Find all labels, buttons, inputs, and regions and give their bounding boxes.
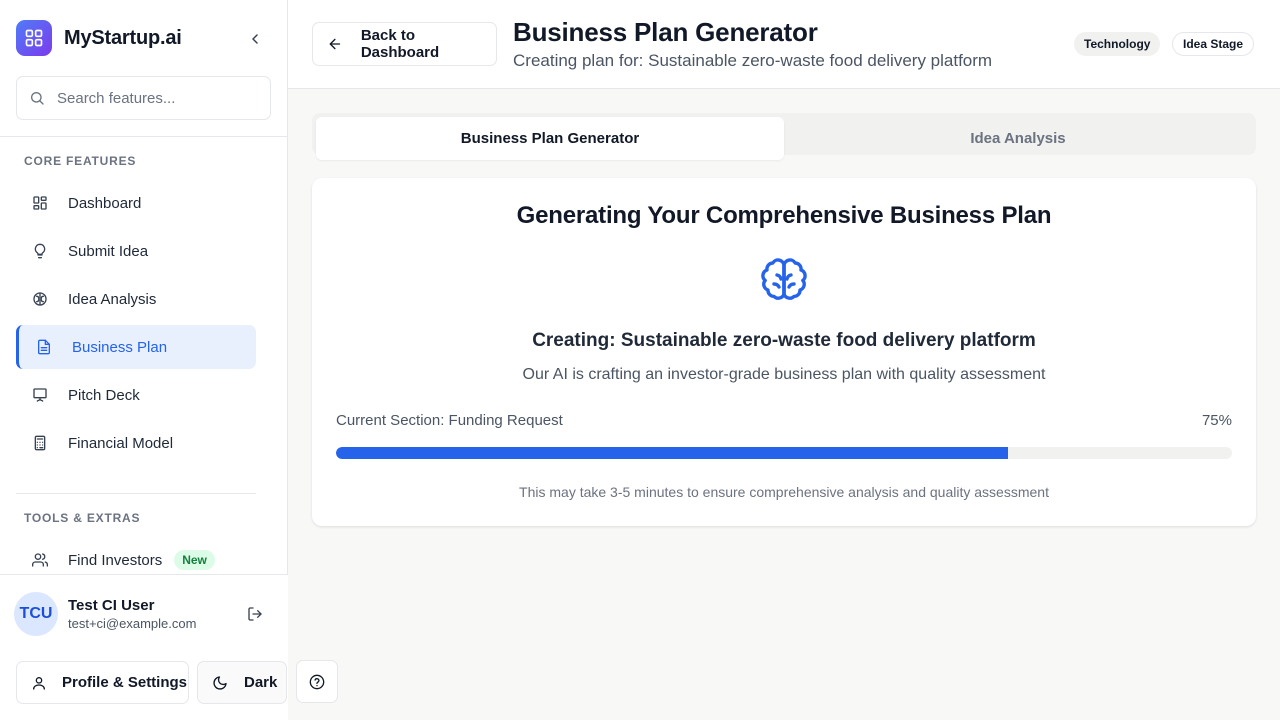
- current-section-label: Current Section: Funding Request: [336, 412, 563, 429]
- sidebar-item-label: Pitch Deck: [68, 386, 140, 404]
- tab-business-plan-generator[interactable]: Business Plan Generator: [316, 117, 784, 160]
- avatar[interactable]: TCU: [14, 592, 58, 636]
- chevron-left-icon: [252, 34, 258, 44]
- user-icon: [31, 675, 47, 691]
- logout-icon: [248, 607, 262, 621]
- sidebar-item-label: Financial Model: [68, 434, 174, 452]
- search-field[interactable]: [16, 76, 271, 120]
- progress-percent: 75%: [1201, 412, 1232, 429]
- calculator-icon: [32, 435, 48, 451]
- tag-idea-stage: Idea Stage: [1172, 32, 1255, 56]
- progress-header: Current Section: Funding Request 75%: [336, 412, 1232, 429]
- user-panel: TCU Test CI User test+ci@example.com Pro…: [0, 574, 288, 720]
- progress-bar-fill: [336, 447, 1008, 459]
- sidebar-item-dashboard[interactable]: Dashboard: [16, 181, 256, 225]
- section-label-core: CORE FEATURES: [24, 154, 137, 168]
- user-name: Test CI User: [68, 597, 155, 614]
- card-title: Generating Your Comprehensive Business P…: [516, 202, 1052, 229]
- presentation-icon: [32, 387, 48, 403]
- tab-idea-analysis[interactable]: Idea Analysis: [784, 117, 1252, 160]
- tab-list: Business Plan Generator Idea Analysis: [312, 113, 1256, 160]
- help-button[interactable]: [296, 660, 338, 703]
- sidebar-item-label: Submit Idea: [68, 242, 149, 260]
- back-label: Back to Dashboard: [360, 27, 440, 61]
- section-label-tools: TOOLS & EXTRAS: [24, 511, 141, 525]
- page-header: Back to Dashboard Business Plan Generato…: [288, 0, 1280, 89]
- sidebar-item-submit-idea[interactable]: Submit Idea: [16, 229, 256, 273]
- search-input[interactable]: [57, 89, 257, 107]
- document-icon: [36, 339, 52, 355]
- creating-description: Our AI is crafting an investor-grade bus…: [522, 366, 1046, 383]
- user-email: test+ci@example.com: [68, 616, 197, 631]
- new-badge: New: [174, 550, 215, 570]
- search-icon: [31, 92, 44, 105]
- sidebar-item-business-plan[interactable]: Business Plan: [16, 325, 256, 369]
- creating-heading: Creating: Sustainable zero-waste food de…: [532, 330, 1036, 351]
- grid-icon: [16, 20, 52, 56]
- sidebar-item-label: Dashboard: [68, 194, 142, 212]
- logout-button[interactable]: [244, 603, 266, 625]
- brain-icon: [761, 258, 807, 300]
- sidebar-item-label: Find Investors: [68, 551, 163, 569]
- brain-icon: [32, 291, 48, 307]
- page-subtitle: Creating plan for: Sustainable zero-wast…: [513, 51, 993, 70]
- profile-settings-button[interactable]: Profile & Settings: [16, 661, 189, 704]
- app-name: MyStartup.ai: [64, 26, 182, 49]
- page-title: Business Plan Generator: [513, 17, 818, 47]
- tag-technology: Technology: [1074, 32, 1161, 56]
- profile-settings-label: Profile & Settings: [62, 674, 188, 691]
- sidebar-item-financial-model[interactable]: Financial Model: [16, 421, 256, 465]
- generation-card: Generating Your Comprehensive Business P…: [312, 178, 1256, 526]
- arrow-left-icon: [329, 38, 341, 50]
- sidebar: MyStartup.ai CORE FEATURES Dashboard Sub…: [0, 0, 288, 720]
- sidebar-item-label: Idea Analysis: [68, 290, 157, 308]
- theme-toggle-button[interactable]: Dark: [197, 661, 287, 704]
- theme-toggle-label: Dark: [244, 674, 278, 691]
- collapse-sidebar-button[interactable]: [244, 28, 266, 50]
- sidebar-item-pitch-deck[interactable]: Pitch Deck: [16, 373, 256, 417]
- divider: [16, 493, 256, 494]
- sidebar-item-idea-analysis[interactable]: Idea Analysis: [16, 277, 256, 321]
- divider: [0, 136, 288, 137]
- duration-hint: This may take 3-5 minutes to ensure comp…: [519, 484, 1049, 500]
- sidebar-item-label: Business Plan: [72, 338, 168, 356]
- progress-bar: [336, 447, 1232, 459]
- moon-icon: [212, 675, 228, 691]
- users-icon: [32, 552, 48, 568]
- brand[interactable]: MyStartup.ai: [16, 20, 182, 56]
- lightbulb-icon: [32, 243, 48, 259]
- help-icon: [309, 674, 325, 689]
- dashboard-icon: [32, 195, 48, 211]
- back-to-dashboard-button[interactable]: Back to Dashboard: [312, 22, 497, 66]
